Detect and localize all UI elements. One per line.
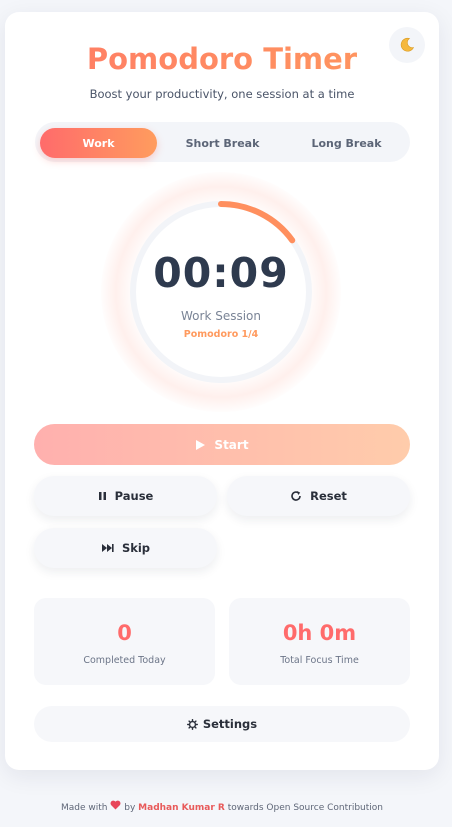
stat-value: 0h 0m bbox=[282, 621, 357, 645]
pause-button[interactable]: Pause bbox=[34, 476, 217, 516]
stat-value: 0 bbox=[117, 621, 132, 645]
timer-display: 00:09 Work Session Pomodoro 1/4 bbox=[101, 172, 341, 412]
pause-icon bbox=[98, 491, 107, 501]
reset-label: Reset bbox=[310, 489, 347, 503]
timer-time: 00:09 bbox=[153, 249, 289, 297]
page-title: Pomodoro Timer bbox=[0, 42, 444, 76]
page-subtitle: Boost your productivity, one session at … bbox=[89, 87, 355, 101]
start-button[interactable]: Start bbox=[34, 424, 410, 465]
footer-author-link[interactable]: Madhan Kumar R bbox=[138, 803, 225, 813]
heart-icon bbox=[110, 800, 121, 810]
skip-icon bbox=[101, 543, 114, 553]
tab-work[interactable]: Work bbox=[40, 128, 157, 158]
gear-icon bbox=[186, 718, 198, 730]
pomodoro-count: Pomodoro 1/4 bbox=[183, 329, 259, 340]
tab-long-break[interactable]: Long Break bbox=[288, 128, 405, 158]
reset-button[interactable]: Reset bbox=[227, 476, 410, 516]
footer-made-with: Made with bbox=[61, 803, 108, 813]
skip-button[interactable]: Skip bbox=[34, 528, 217, 568]
session-label: Work Session bbox=[181, 309, 261, 323]
stat-completed-today: 0 Completed Today bbox=[34, 598, 215, 685]
reset-icon bbox=[290, 490, 302, 502]
stat-label: Total Focus Time bbox=[280, 655, 359, 666]
play-icon bbox=[195, 439, 206, 451]
skip-label: Skip bbox=[121, 541, 151, 555]
start-label: Start bbox=[214, 437, 249, 452]
stat-total-focus-time: 0h 0m Total Focus Time bbox=[229, 598, 410, 685]
footer-by: by bbox=[124, 803, 136, 813]
stat-label: Completed Today bbox=[83, 655, 166, 666]
pause-label: Pause bbox=[114, 489, 154, 503]
footer-suffix: towards Open Source Contribution bbox=[227, 803, 383, 813]
tab-short-break[interactable]: Short Break bbox=[164, 128, 281, 158]
mode-tabs: Work Short Break Long Break bbox=[35, 122, 410, 162]
settings-button[interactable]: Settings bbox=[34, 706, 410, 742]
settings-label: Settings bbox=[202, 717, 258, 731]
footer: Made with by Madhan Kumar R towards Open… bbox=[0, 800, 444, 813]
